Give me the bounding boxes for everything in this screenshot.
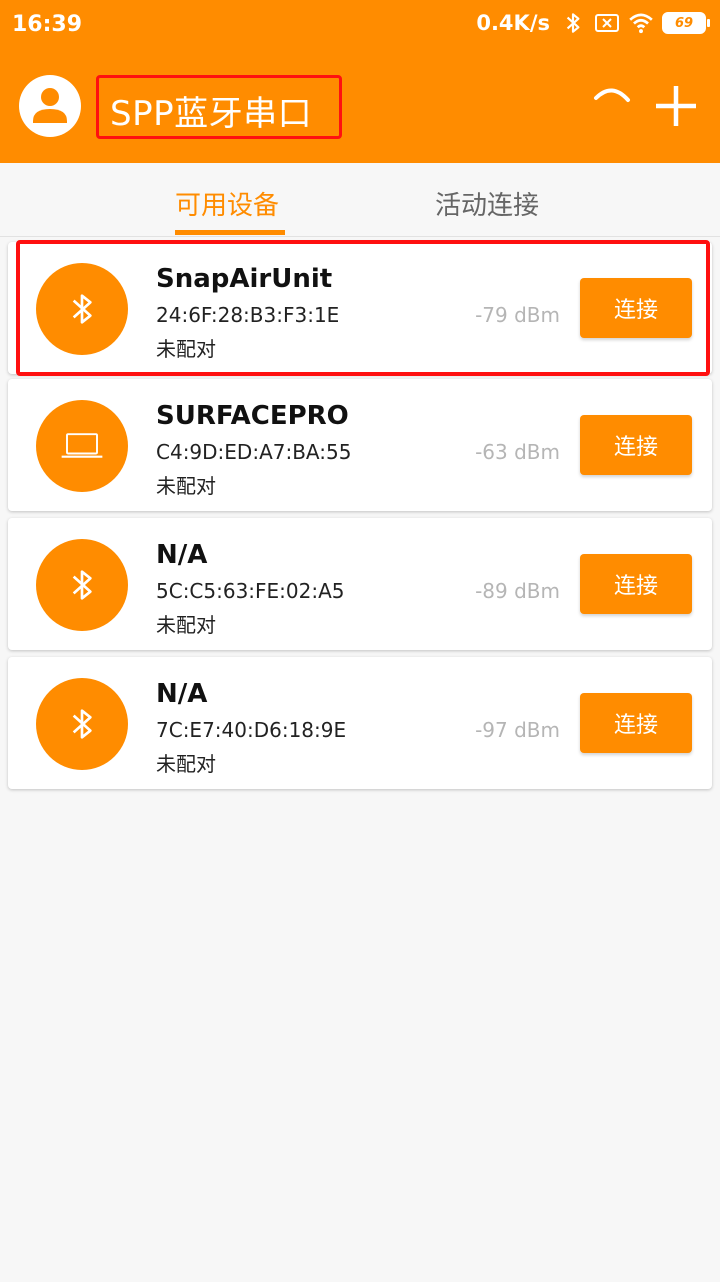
device-name: SnapAirUnit <box>156 264 333 294</box>
device-name: N/A <box>156 679 208 709</box>
battery-icon: 69 <box>662 12 710 34</box>
tab-active-connections[interactable]: 活动连接 <box>435 185 539 222</box>
connect-button[interactable]: 连接 <box>580 278 692 338</box>
device-rssi: -79 dBm <box>475 303 560 327</box>
avatar-icon <box>33 88 67 123</box>
device-mac: 24:6F:28:B3:F3:1E <box>156 303 340 327</box>
tab-available-devices[interactable]: 可用设备 <box>175 185 279 222</box>
device-card[interactable]: SURFACEPRO C4:9D:ED:A7:BA:55 未配对 -63 dBm… <box>8 379 712 511</box>
device-mac: 7C:E7:40:D6:18:9E <box>156 718 347 742</box>
device-pair-status: 未配对 <box>156 752 216 776</box>
bluetooth-icon <box>72 570 92 600</box>
device-rssi: -63 dBm <box>475 440 560 464</box>
device-mac: C4:9D:ED:A7:BA:55 <box>156 440 352 464</box>
status-icons: 0.4K/s 69 <box>476 10 710 36</box>
connect-button[interactable]: 连接 <box>580 693 692 753</box>
device-icon-circle <box>36 539 128 631</box>
page-title: SPP蓝牙串口 <box>110 94 313 134</box>
laptop-icon <box>61 433 103 458</box>
sim-none-icon <box>595 14 619 32</box>
device-name: SURFACEPRO <box>156 401 349 431</box>
device-name: N/A <box>156 540 208 570</box>
wifi-icon <box>629 13 653 34</box>
refresh-icon[interactable] <box>590 84 634 128</box>
device-mac: 5C:C5:63:FE:02:A5 <box>156 579 345 603</box>
connect-button[interactable]: 连接 <box>580 415 692 475</box>
tab-bar: 可用设备 活动连接 <box>0 163 720 237</box>
device-rssi: -89 dBm <box>475 579 560 603</box>
device-pair-status: 未配对 <box>156 337 216 361</box>
device-card[interactable]: N/A 7C:E7:40:D6:18:9E 未配对 -97 dBm 连接 <box>8 657 712 789</box>
device-card[interactable]: SnapAirUnit 24:6F:28:B3:F3:1E 未配对 -79 dB… <box>8 240 712 376</box>
status-time: 16:39 <box>12 12 83 37</box>
device-icon-circle <box>36 263 128 355</box>
bluetooth-icon <box>566 13 580 33</box>
device-rssi: -97 dBm <box>475 718 560 742</box>
device-icon-circle <box>36 678 128 770</box>
bluetooth-icon <box>72 294 92 324</box>
avatar[interactable] <box>19 75 81 137</box>
app-bar: SPP蓝牙串口 <box>0 54 720 163</box>
status-bar: 16:39 0.4K/s 69 <box>0 0 720 54</box>
device-card[interactable]: N/A 5C:C5:63:FE:02:A5 未配对 -89 dBm 连接 <box>8 518 712 650</box>
connect-button[interactable]: 连接 <box>580 554 692 614</box>
tab-indicator <box>175 230 285 235</box>
device-icon-circle <box>36 400 128 492</box>
net-speed: 0.4K/s <box>476 11 550 35</box>
device-pair-status: 未配对 <box>156 613 216 637</box>
add-icon[interactable] <box>652 82 700 130</box>
device-pair-status: 未配对 <box>156 474 216 498</box>
bluetooth-icon <box>72 709 92 739</box>
